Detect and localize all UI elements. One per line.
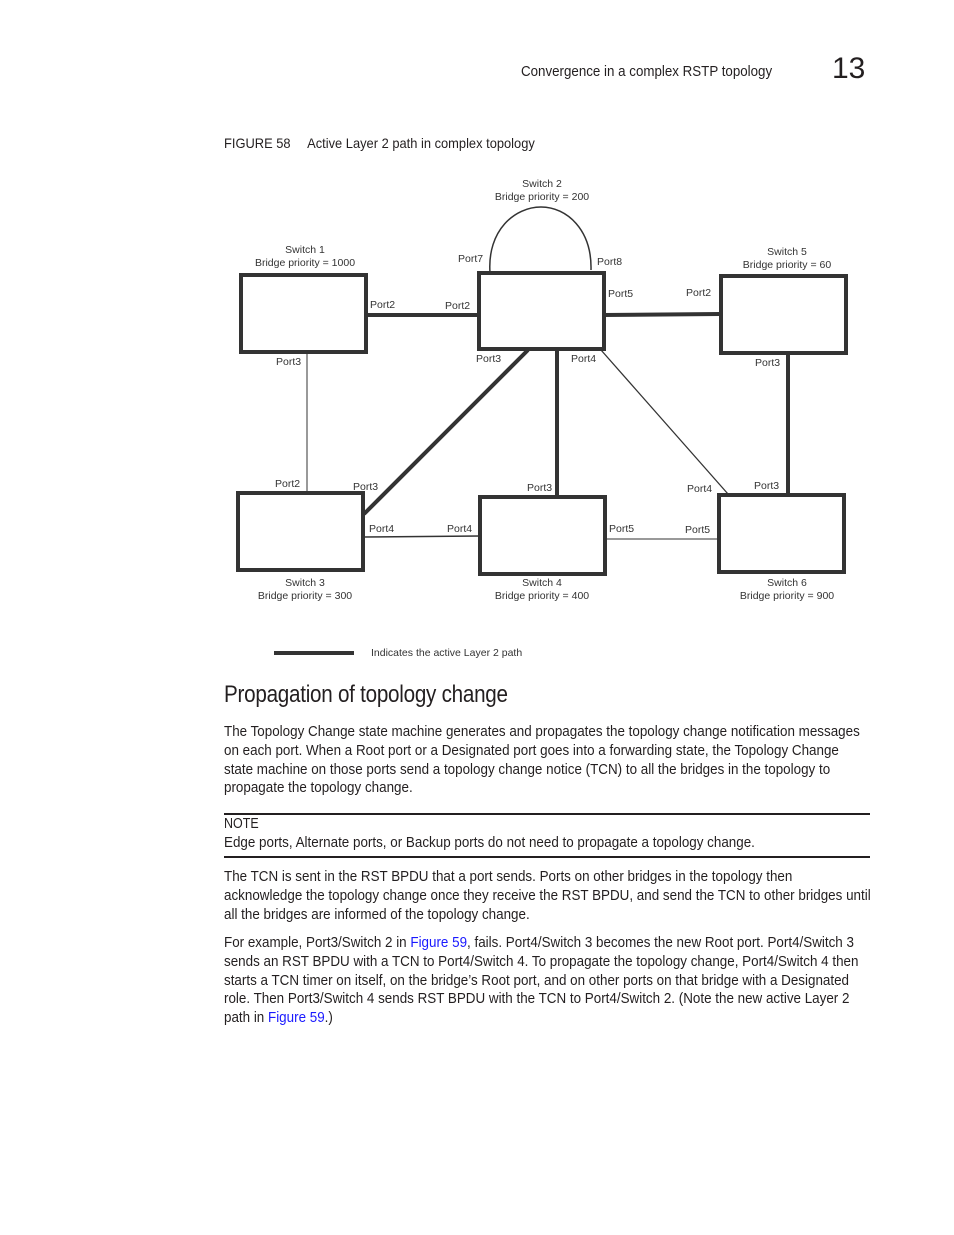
switch-4-box xyxy=(478,495,607,576)
note-top-rule xyxy=(224,813,870,815)
switch-5-name: Switch 5 xyxy=(767,246,807,258)
port-label: Port5 xyxy=(609,523,634,535)
port-label: Port8 xyxy=(597,256,622,268)
switch-3-box xyxy=(236,491,365,572)
port-label: Port4 xyxy=(369,523,394,535)
link-s2p4-s6p4 xyxy=(600,349,729,495)
note-text: Edge ports, Alternate ports, or Backup p… xyxy=(224,835,755,851)
switch-1-priority: Bridge priority = 1000 xyxy=(255,257,355,269)
paragraph: For example, Port3/Switch 2 in Figure 59… xyxy=(224,934,872,1028)
link-s2p5-s5p2 xyxy=(603,312,721,317)
figure-59-link[interactable]: Figure 59 xyxy=(410,935,467,951)
port-label: Port3 xyxy=(353,481,378,493)
switch-5-priority: Bridge priority = 60 xyxy=(743,259,832,271)
switch-3-priority: Bridge priority = 300 xyxy=(258,590,352,602)
port-label: Port7 xyxy=(458,253,483,265)
switch-2-box xyxy=(477,271,606,351)
port-label: Port4 xyxy=(571,353,596,365)
legend-label: Indicates the active Layer 2 path xyxy=(371,647,522,659)
paragraph-text: .) xyxy=(324,1010,333,1027)
topology-diagram: Switch 2 Bridge priority = 200 Switch 1 … xyxy=(236,178,848,659)
port-label: Port3 xyxy=(754,480,779,492)
figure-59-link[interactable]: Figure 59 xyxy=(268,1010,325,1026)
port-label: Port2 xyxy=(275,478,300,490)
port-label: Port2 xyxy=(445,300,470,312)
switch-3-name: Switch 3 xyxy=(285,577,325,589)
note-label: NOTE xyxy=(224,816,259,832)
switch-4-priority: Bridge priority = 400 xyxy=(495,590,589,602)
paragraph: The TCN is sent in the RST BPDU that a p… xyxy=(224,869,871,923)
paragraph: The Topology Change state machine genera… xyxy=(224,724,860,797)
port-label: Port3 xyxy=(527,482,552,494)
switch-5-box xyxy=(719,274,848,355)
link-s2p3-s3p3 xyxy=(362,348,530,516)
port-label: Port5 xyxy=(685,524,710,536)
switch-2-priority: Bridge priority = 200 xyxy=(495,191,589,203)
port-label: Port3 xyxy=(476,353,501,365)
port-label: Port3 xyxy=(276,356,301,368)
switch-6-priority: Bridge priority = 900 xyxy=(740,590,834,602)
port-label: Port2 xyxy=(370,299,395,311)
port-label: Port4 xyxy=(687,483,712,495)
section-heading: Propagation of topology change xyxy=(224,681,508,708)
port-label: Port5 xyxy=(608,288,633,300)
switch-4-name: Switch 4 xyxy=(522,577,562,589)
port-label: Port4 xyxy=(447,523,472,535)
switch-2-name: Switch 2 xyxy=(522,178,562,190)
switch-1-name: Switch 1 xyxy=(285,244,325,256)
link-s3p4-s4p4 xyxy=(362,535,481,538)
switch-1-box xyxy=(239,273,368,354)
switch-6-box xyxy=(717,493,846,574)
switch-6-name: Switch 6 xyxy=(767,577,807,589)
paragraph-text: For example, Port3/Switch 2 in xyxy=(224,935,411,951)
link-s2p7-s2p8-loop xyxy=(489,206,592,274)
port-label: Port3 xyxy=(755,357,780,369)
port-label: Port2 xyxy=(686,287,711,299)
note-bottom-rule xyxy=(224,856,870,858)
